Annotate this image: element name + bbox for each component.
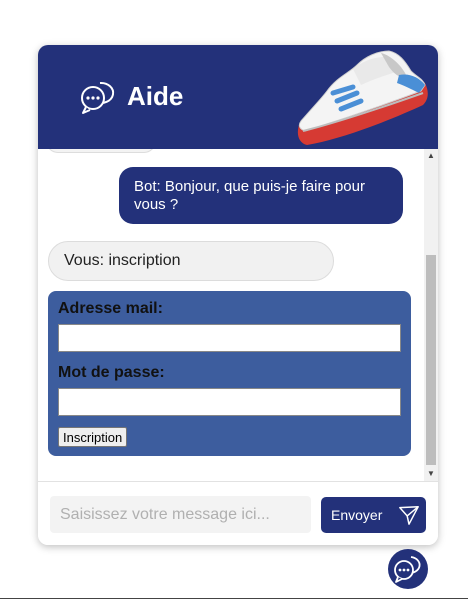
message-input[interactable] (50, 496, 311, 533)
bot-message: Bot: Bonjour, que puis-je faire pour vou… (119, 167, 403, 224)
chat-bubbles-icon (394, 556, 421, 583)
password-field[interactable] (58, 388, 401, 416)
chat-footer: Envoyer (38, 481, 438, 545)
paper-plane-icon (399, 506, 419, 525)
email-label: Adresse mail: (58, 300, 163, 317)
message-scrollbar[interactable]: ▲ ▼ (424, 149, 438, 481)
sneaker-illustration (297, 50, 428, 145)
scroll-thumb[interactable] (426, 255, 436, 465)
signup-form: Adresse mail: Mot de passe: Inscription (48, 291, 411, 456)
scroll-down-icon[interactable]: ▼ (424, 467, 438, 481)
chat-bubbles-icon (81, 81, 115, 114)
chat-header: Aide (38, 45, 438, 149)
scroll-up-icon[interactable]: ▲ (424, 149, 438, 163)
password-label: Mot de passe: (58, 364, 165, 381)
message-list: Bot: Bonjour, que puis-je faire pour vou… (38, 149, 424, 481)
header-title: Aide (127, 81, 184, 111)
previous-message-fragment (46, 149, 156, 153)
user-message: Vous: inscription (48, 241, 334, 281)
send-button[interactable]: Envoyer (321, 497, 426, 533)
email-field[interactable] (58, 324, 401, 352)
chat-launcher-button[interactable] (388, 549, 428, 589)
chat-widget: Aide Bot: Bonjour, que puis-je faire pou… (38, 45, 438, 545)
send-button-label: Envoyer (331, 507, 383, 523)
signup-button[interactable]: Inscription (58, 427, 128, 447)
page-divider (0, 598, 468, 599)
